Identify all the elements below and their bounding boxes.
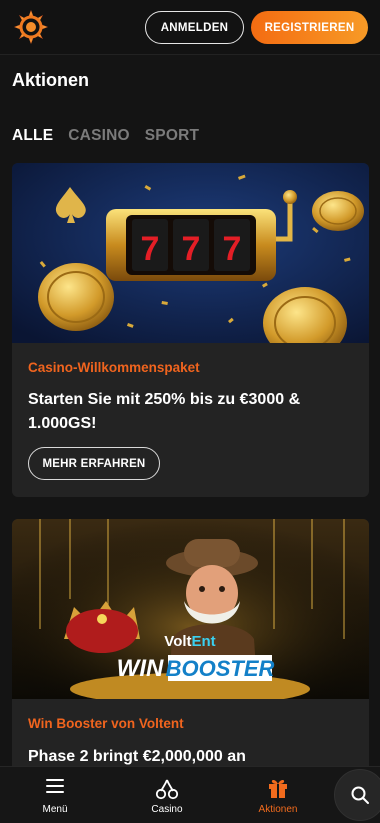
brand-ent: Ent (192, 633, 216, 650)
tab-casino[interactable]: CASINO (68, 127, 129, 145)
booster-word: BOOSTER (166, 656, 275, 681)
register-button[interactable]: REGISTRIEREN (251, 11, 368, 44)
reel-symbol: 7 (223, 230, 242, 268)
win-booster-banner: VoltEnt WIN BOOSTER (12, 519, 369, 699)
search-icon (351, 786, 369, 804)
top-header: ANMELDEN REGISTRIEREN (0, 0, 380, 55)
promo-title: Starten Sie mit 250% bis zu €3000 & 1.00… (28, 391, 301, 432)
brand-volt: Volt (164, 633, 191, 650)
reel-symbol: 7 (141, 230, 160, 268)
hamburger-menu-icon (46, 779, 64, 793)
win-word: WIN (117, 655, 164, 682)
promo-category: Win Booster von Voltent (28, 716, 184, 731)
reel-symbol: 7 (182, 230, 201, 268)
nav-casino[interactable]: Casino (127, 767, 207, 823)
page-title: Aktionen (12, 70, 90, 90)
promo-category: Casino-Willkommenspaket (28, 360, 200, 375)
promo-card-win-booster[interactable]: VoltEnt WIN BOOSTER Win Booster von Volt… (12, 519, 369, 779)
tab-all[interactable]: ALLE (12, 127, 53, 145)
svg-text:VoltEnt: VoltEnt (164, 633, 215, 650)
learn-more-button[interactable]: MEHR ERFAHREN (28, 447, 160, 480)
search-button[interactable] (334, 769, 380, 821)
filter-tabs: ALLE CASINO SPORT (12, 127, 199, 145)
sun-logo-icon[interactable] (13, 9, 49, 45)
tab-sport[interactable]: SPORT (145, 127, 199, 145)
bottom-navigation: Menü Casino Aktionen (0, 766, 380, 823)
nav-menu-label: Menü (42, 804, 68, 815)
cherries-icon (155, 779, 179, 800)
login-button[interactable]: ANMELDEN (145, 11, 244, 44)
nav-actions-label: Aktionen (258, 804, 298, 815)
nav-menu[interactable]: Menü (15, 767, 95, 823)
nav-actions[interactable]: Aktionen (238, 767, 318, 823)
nav-casino-label: Casino (151, 804, 183, 815)
slot-machine-banner: 7 7 7 (12, 163, 369, 343)
promo-card-welcome[interactable]: 7 7 7 Casino-Willkommenspaket Starten Si… (12, 163, 369, 497)
gift-icon (269, 779, 287, 798)
